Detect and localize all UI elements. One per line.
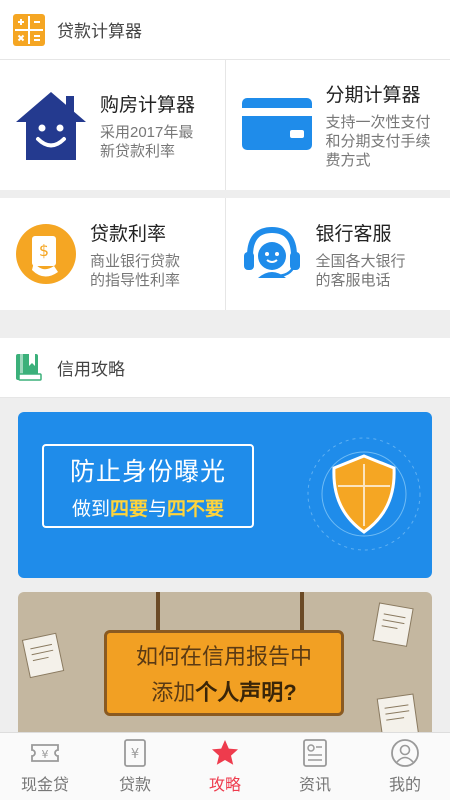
svg-text:¥: ¥ (42, 748, 49, 761)
tab-cash-loan[interactable]: ¥ 现金贷 (0, 733, 90, 800)
headset-icon (243, 226, 300, 278)
credit-guide-title: 信用攻略 (57, 360, 125, 379)
user-icon (391, 739, 419, 767)
document-icon (21, 632, 65, 679)
question-sign: 如何在信用报告中 添加个人声明? (104, 630, 344, 716)
loan-rate-desc: 的指导性利率 (90, 271, 181, 289)
installment-calculator-desc: 费方式 (325, 152, 371, 169)
bank-service-card[interactable]: 银行客服 全国各大银行 的客服电话 (226, 198, 450, 310)
sign-line-1: 如何在信用报告中 (135, 644, 312, 669)
tab-label: 攻略 (208, 777, 241, 794)
guide-list: 防止身份曝光 做到四要与四不要 如何在信用报告中 添加个人声明? (0, 398, 450, 732)
loan-rate-title: 贷款利率 (90, 223, 167, 245)
sign-rope (300, 592, 304, 632)
bank-service-title: 银行客服 (315, 223, 392, 245)
banner-headline: 防止身份曝光 (69, 457, 226, 486)
installment-calculator-desc: 支持一次性支付 (325, 114, 431, 131)
house-smile-icon (16, 92, 86, 160)
svg-text:$: $ (39, 241, 49, 260)
yen-doc-icon: ¥ (124, 739, 146, 767)
news-icon (303, 739, 327, 767)
loan-rate-desc: 商业银行贷款 (90, 252, 181, 270)
tab-loan[interactable]: ¥ 贷款 (90, 733, 180, 800)
house-calculator-desc: 新贷款利率 (100, 142, 176, 160)
tab-mine[interactable]: 我的 (360, 733, 450, 800)
loan-calculator-title: 贷款计算器 (57, 22, 142, 41)
calculator-icon (13, 13, 45, 46)
tab-label: 贷款 (118, 777, 151, 794)
calculator-row-2: $ 贷款利率 商业银行贷款 的指导性利率 银行客服 全国各大银行 的客服电话 (0, 198, 450, 310)
installment-calculator-desc: 和分期支付手续 (325, 133, 431, 150)
bank-service-desc: 的客服电话 (315, 271, 391, 289)
tab-news[interactable]: 资讯 (270, 733, 360, 800)
house-calculator-title: 购房计算器 (100, 94, 196, 116)
banner-subline: 做到四要与四不要 (71, 498, 225, 520)
identity-exposure-banner[interactable]: 防止身份曝光 做到四要与四不要 (18, 412, 432, 578)
tab-label: 我的 (388, 777, 421, 794)
tab-label: 资讯 (298, 777, 331, 794)
svg-text:¥: ¥ (131, 747, 139, 762)
loan-calculator-header: 贷款计算器 (0, 0, 450, 60)
installment-calculator-title: 分期计算器 (325, 85, 421, 106)
loan-rate-card[interactable]: $ 贷款利率 商业银行贷款 的指导性利率 (0, 198, 226, 310)
installment-calculator-card[interactable]: 分期计算器 支持一次性支付 和分期支付手续 费方式 (226, 60, 450, 190)
document-icon (376, 693, 420, 732)
star-icon (212, 740, 238, 765)
book-icon (16, 353, 42, 381)
personal-statement-banner[interactable]: 如何在信用报告中 添加个人声明? (18, 592, 432, 732)
bottom-tab-bar: ¥ 现金贷 ¥ 贷款 攻略 资讯 我的 (0, 732, 450, 800)
document-icon (372, 602, 414, 647)
sign-line-2: 添加个人声明? (151, 680, 297, 705)
sign-rope (156, 592, 160, 632)
money-hand-icon: $ (16, 224, 76, 284)
credit-guide-header: 信用攻略 (0, 338, 450, 398)
calculator-row-1: 购房计算器 采用2017年最 新贷款利率 分期计算器 支持一次性支付 和分期支付… (0, 60, 450, 190)
house-calculator-card[interactable]: 购房计算器 采用2017年最 新贷款利率 (0, 60, 226, 190)
bank-service-desc: 全国各大银行 (315, 252, 406, 270)
ticket-icon: ¥ (31, 744, 59, 762)
tab-label: 现金贷 (20, 777, 69, 794)
house-calculator-desc: 采用2017年最 (100, 123, 194, 141)
tab-strategy[interactable]: 攻略 (180, 733, 270, 800)
shield-icon (307, 437, 421, 551)
banner-text-box: 防止身份曝光 做到四要与四不要 (42, 444, 254, 528)
card-icon (241, 98, 312, 150)
